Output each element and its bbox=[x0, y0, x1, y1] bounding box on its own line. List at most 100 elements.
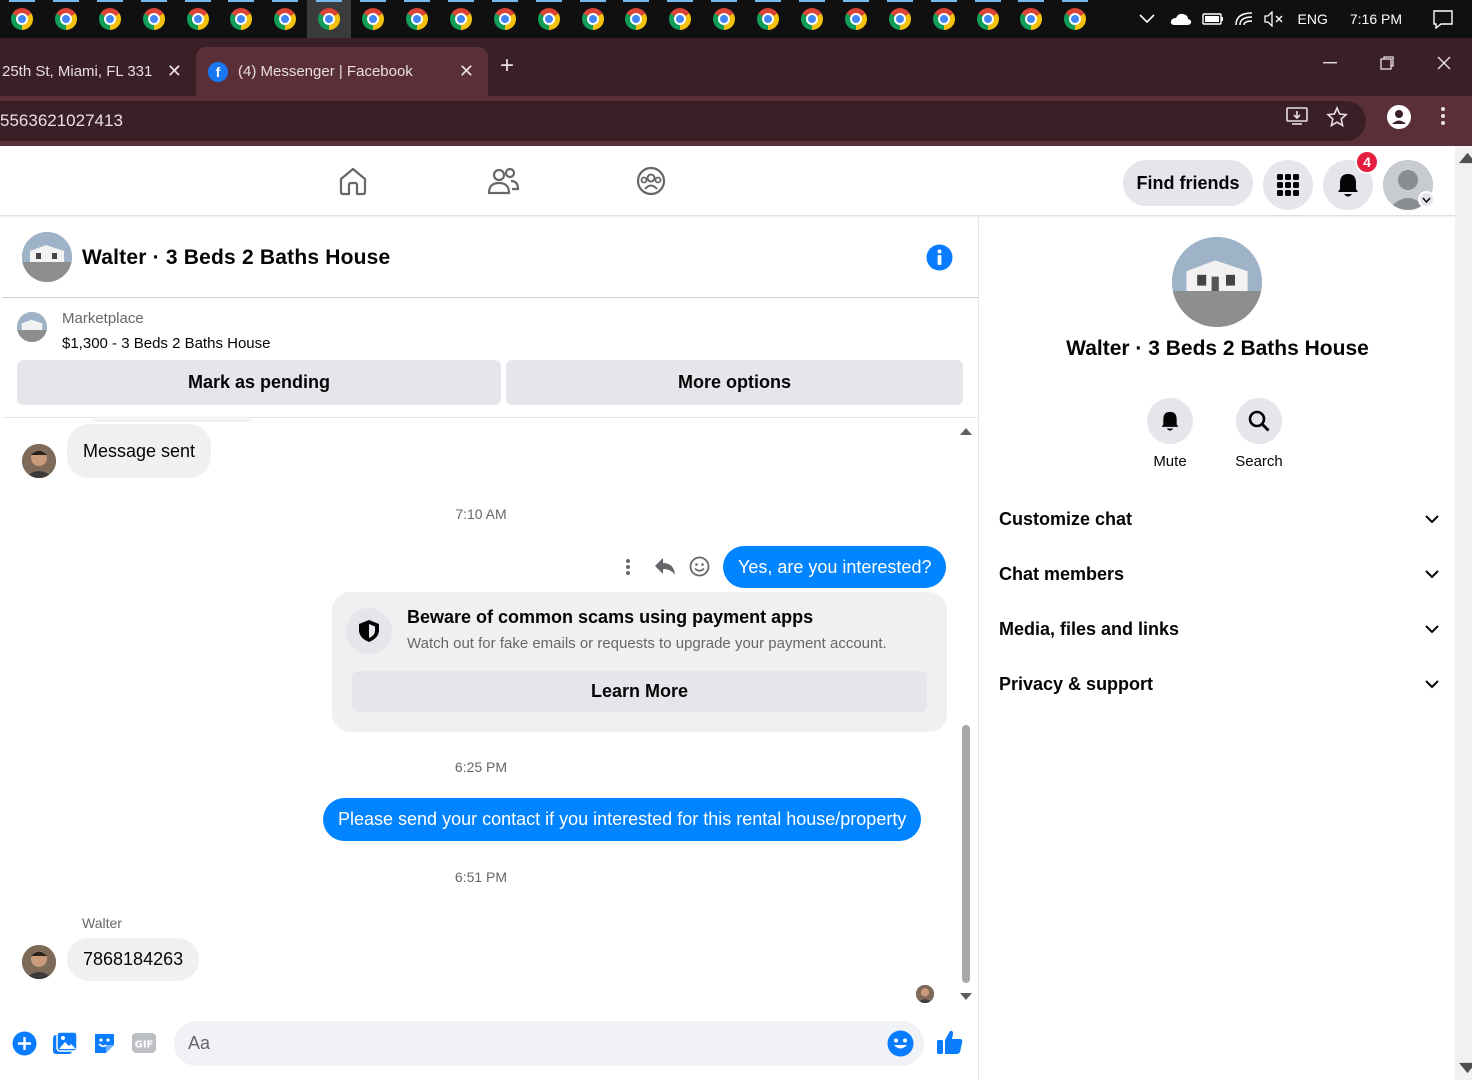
friends-icon[interactable] bbox=[486, 165, 520, 197]
message-bubble-outgoing[interactable]: Yes, are you interested? bbox=[723, 546, 947, 588]
listing-thumbnail[interactable] bbox=[17, 312, 47, 342]
taskbar-chrome-window[interactable] bbox=[351, 0, 395, 38]
chrome-icon bbox=[405, 8, 428, 30]
taskbar-chrome-window[interactable] bbox=[132, 0, 176, 38]
taskbar-chrome-window[interactable] bbox=[966, 0, 1010, 38]
chevron-down-icon bbox=[1425, 514, 1439, 524]
info-icon[interactable] bbox=[926, 244, 953, 271]
running-indicator bbox=[755, 0, 782, 2]
chrome-icon bbox=[581, 8, 604, 30]
close-window-button[interactable] bbox=[1415, 38, 1472, 88]
groups-icon[interactable] bbox=[635, 165, 667, 197]
more-options-button[interactable]: More options bbox=[506, 360, 963, 405]
chat-members-row[interactable]: Chat members bbox=[999, 554, 1439, 594]
taskbar-chrome-window[interactable] bbox=[395, 0, 439, 38]
chevron-up-icon[interactable] bbox=[1138, 13, 1156, 25]
close-icon[interactable]: ✕ bbox=[459, 61, 474, 82]
listing-profile-image[interactable] bbox=[1172, 237, 1262, 327]
taskbar-chrome-window[interactable] bbox=[176, 0, 220, 38]
taskbar-chrome-window[interactable] bbox=[922, 0, 966, 38]
taskbar-chrome-window[interactable] bbox=[614, 0, 658, 38]
url-field[interactable]: 5563621027413 bbox=[0, 101, 1366, 141]
find-friends-button[interactable]: Find friends bbox=[1123, 160, 1253, 206]
taskbar-chrome-window[interactable] bbox=[702, 0, 746, 38]
taskbar-chrome-window[interactable] bbox=[483, 0, 527, 38]
learn-more-button[interactable]: Learn More bbox=[352, 671, 927, 712]
customize-chat-row[interactable]: Customize chat bbox=[999, 499, 1439, 539]
language-indicator[interactable]: ENG bbox=[1298, 11, 1328, 27]
message-bubble-incoming[interactable]: Message sent bbox=[67, 424, 212, 478]
reply-icon[interactable] bbox=[654, 556, 676, 576]
install-app-icon[interactable] bbox=[1286, 106, 1308, 126]
menu-grid-button[interactable] bbox=[1263, 160, 1313, 210]
bookmark-star-icon[interactable] bbox=[1326, 106, 1348, 128]
more-icon[interactable] bbox=[625, 558, 631, 576]
chat-title[interactable]: Walter · 3 Beds 2 Baths House bbox=[82, 246, 390, 270]
clock[interactable]: 7:16 PM bbox=[1350, 11, 1402, 27]
taskbar-chrome-window[interactable] bbox=[307, 0, 352, 38]
mute-action[interactable]: Mute bbox=[1125, 398, 1215, 470]
taskbar-chrome-window[interactable] bbox=[219, 0, 263, 38]
gif-icon[interactable]: GIF bbox=[131, 1031, 157, 1055]
restore-button[interactable] bbox=[1358, 38, 1415, 88]
close-icon[interactable]: ✕ bbox=[167, 61, 182, 82]
search-action[interactable]: Search bbox=[1214, 398, 1304, 470]
taskbar-chrome-window[interactable] bbox=[878, 0, 922, 38]
chrome-icon bbox=[625, 8, 648, 30]
kebab-menu-icon[interactable] bbox=[1440, 106, 1446, 126]
taskbar-chrome-window[interactable] bbox=[88, 0, 132, 38]
taskbar-chrome-window[interactable] bbox=[439, 0, 483, 38]
minimize-button[interactable] bbox=[1301, 38, 1358, 88]
media-files-links-row[interactable]: Media, files and links bbox=[999, 609, 1439, 649]
taskbar-chrome-window[interactable] bbox=[527, 0, 571, 38]
taskbar-chrome-window[interactable] bbox=[834, 0, 878, 38]
page-scrollbar[interactable] bbox=[1455, 146, 1472, 1080]
onedrive-icon[interactable] bbox=[1170, 12, 1192, 26]
taskbar-chrome-window[interactable] bbox=[790, 0, 834, 38]
message-bubble-incoming[interactable]: 7868184263 bbox=[67, 938, 200, 981]
wifi-icon[interactable] bbox=[1234, 11, 1254, 27]
listing-price[interactable]: $1,300 - 3 Beds 2 Baths House bbox=[62, 335, 270, 352]
new-tab-button[interactable]: + bbox=[500, 52, 514, 80]
listing-avatar[interactable] bbox=[22, 232, 72, 282]
message-input[interactable]: Aa bbox=[174, 1021, 924, 1066]
walter-avatar[interactable] bbox=[22, 945, 56, 979]
chevron-down-icon[interactable] bbox=[1418, 191, 1435, 208]
react-icon[interactable] bbox=[689, 556, 710, 577]
taskbar-chrome-window[interactable] bbox=[658, 0, 702, 38]
chrome-icon bbox=[800, 8, 823, 30]
notification-center-icon[interactable] bbox=[1432, 9, 1454, 29]
taskbar-chrome-window[interactable] bbox=[1053, 0, 1097, 38]
taskbar-chrome-window[interactable] bbox=[263, 0, 307, 38]
profile-icon[interactable] bbox=[1386, 104, 1412, 130]
taskbar-chrome-window[interactable] bbox=[44, 0, 88, 38]
running-indicator bbox=[360, 0, 387, 2]
message-bubble-outgoing[interactable]: Please send your contact if you interest… bbox=[323, 798, 922, 841]
running-indicator bbox=[1018, 0, 1045, 2]
tab-messenger[interactable]: f (4) Messenger | Facebook ✕ bbox=[196, 47, 488, 96]
taskbar-chrome-window[interactable] bbox=[571, 0, 615, 38]
taskbar-apps bbox=[0, 0, 1097, 38]
message-list[interactable]: Message sent 7:10 AM Yes, are you intere… bbox=[2, 419, 960, 1009]
plus-circle-icon[interactable] bbox=[12, 1031, 37, 1056]
privacy-support-row[interactable]: Privacy & support bbox=[999, 664, 1439, 704]
volume-muted-icon[interactable] bbox=[1263, 11, 1284, 27]
taskbar-chrome-window[interactable] bbox=[1009, 0, 1053, 38]
battery-icon[interactable] bbox=[1201, 12, 1224, 26]
taskbar-chrome-window[interactable] bbox=[0, 0, 44, 38]
message-input-placeholder: Aa bbox=[188, 1033, 211, 1053]
timestamp: 7:10 AM bbox=[455, 506, 507, 522]
emoji-icon[interactable] bbox=[887, 1030, 914, 1057]
tab-maps[interactable]: 25th St, Miami, FL 331 ✕ bbox=[0, 47, 196, 96]
sticker-icon[interactable] bbox=[92, 1031, 117, 1056]
like-thumb-icon[interactable] bbox=[936, 1028, 964, 1056]
row-label: Privacy & support bbox=[999, 673, 1154, 694]
photo-icon[interactable] bbox=[52, 1031, 78, 1056]
scrollbar-thumb[interactable] bbox=[962, 725, 970, 983]
browser-tabstrip: 25th St, Miami, FL 331 ✕ f (4) Messenger… bbox=[0, 38, 1472, 96]
walter-avatar[interactable] bbox=[22, 444, 56, 478]
taskbar-chrome-window[interactable] bbox=[746, 0, 790, 38]
url-text: 5563621027413 bbox=[0, 111, 123, 130]
mark-pending-button[interactable]: Mark as pending bbox=[17, 360, 501, 405]
home-icon[interactable] bbox=[337, 165, 369, 197]
